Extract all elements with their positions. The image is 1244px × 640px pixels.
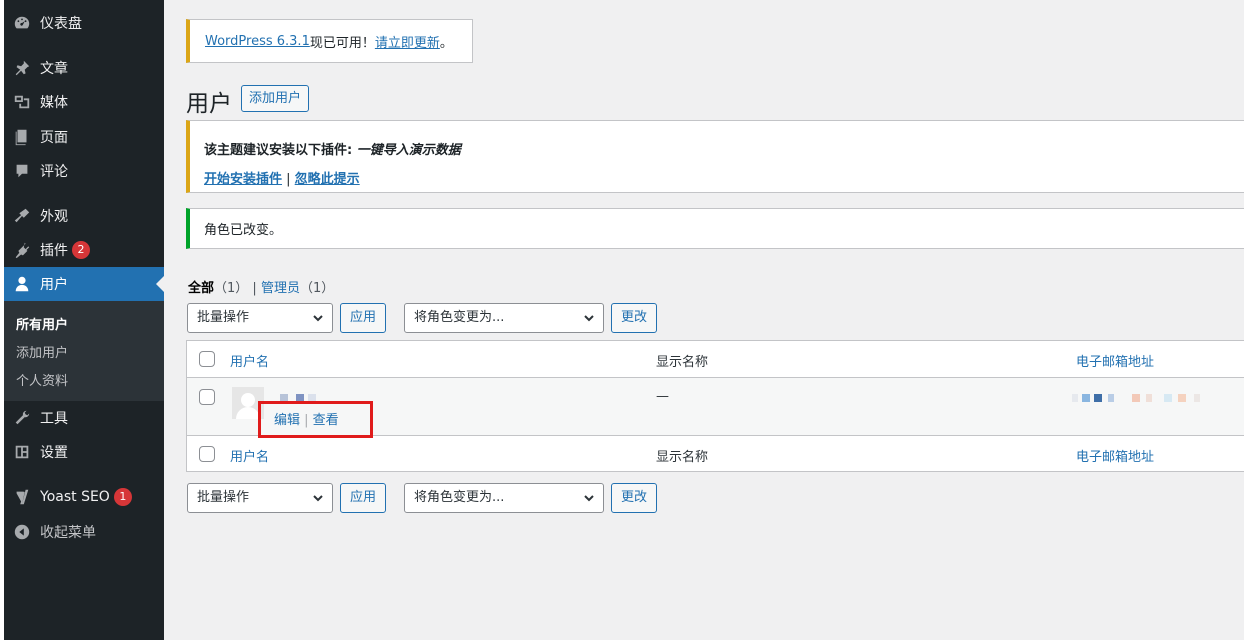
menu-item-plugins[interactable]: 插件 2 [4, 233, 164, 267]
menu-item-users[interactable]: 用户 [4, 267, 164, 301]
action-separator: | [282, 172, 295, 187]
plugin-icon [4, 241, 40, 259]
menu-item-label: 文章 [40, 61, 68, 77]
menu-item-label: 媒体 [40, 95, 68, 111]
menu-item-label: 仪表盘 [40, 16, 82, 32]
chevron-down-icon [583, 304, 595, 335]
user-role-filters: 全部（1） | 管理员（1） [188, 277, 334, 296]
column-username[interactable]: 用户名 [230, 351, 269, 370]
filter-separator: | [248, 281, 261, 296]
yoast-icon [4, 488, 40, 506]
submenu-profile[interactable]: 个人资料 [16, 370, 68, 389]
dismiss-notice-link[interactable]: 忽略此提示 [295, 172, 360, 187]
filter-administrator[interactable]: 管理员 [261, 281, 300, 296]
menu-item-tools[interactable]: 工具 [4, 401, 164, 435]
page-icon [4, 128, 40, 146]
submenu-add-user[interactable]: 添加用户 [16, 342, 68, 361]
menu-item-label: Yoast SEO [40, 489, 110, 505]
user-icon [4, 275, 40, 293]
change-button-bottom[interactable]: 更改 [611, 483, 658, 513]
change-role-value: 将角色变更为... [414, 310, 505, 325]
collapse-menu-button[interactable]: 收起菜单 [4, 515, 164, 549]
column-email[interactable]: 电子邮箱地址 [1076, 351, 1154, 370]
users-submenu: 所有用户 添加用户 个人资料 [4, 301, 164, 401]
add-user-button[interactable]: 添加用户 [241, 85, 310, 112]
row-checkbox[interactable] [199, 389, 215, 405]
highlight-annotation-box [258, 401, 373, 438]
role-changed-message: 角色已改变。 [204, 223, 283, 238]
filter-all-count: （1） [214, 281, 249, 296]
menu-item-label: 外观 [40, 209, 68, 225]
settings-icon [4, 443, 40, 461]
plugin-update-badge: 2 [72, 241, 90, 259]
chevron-down-icon [312, 304, 324, 335]
plugin-notice-prefix: 该主题建议安装以下插件: [204, 143, 357, 158]
menu-item-settings[interactable]: 设置 [4, 435, 164, 469]
plugin-notice-message: 该主题建议安装以下插件: 一键导入演示数据 [204, 139, 1244, 158]
menu-item-label: 页面 [40, 130, 68, 146]
change-role-select-top[interactable]: 将角色变更为... [404, 303, 604, 333]
menu-item-yoast-seo[interactable]: Yoast SEO 1 [4, 480, 164, 514]
column-username-footer[interactable]: 用户名 [230, 446, 269, 465]
apply-button-bottom[interactable]: 应用 [340, 483, 387, 513]
pin-icon [4, 59, 40, 77]
menu-item-label: 评论 [40, 164, 68, 180]
filter-all[interactable]: 全部 [188, 281, 214, 296]
menu-item-label: 插件 [40, 243, 68, 259]
update-now-link[interactable]: 请立即更新 [375, 32, 440, 51]
comment-icon [4, 162, 40, 180]
install-plugin-link[interactable]: 开始安装插件 [204, 172, 282, 187]
menu-item-media[interactable]: 媒体 [4, 85, 164, 119]
chevron-down-icon [583, 484, 595, 515]
menu-item-label: 设置 [40, 445, 68, 461]
table-header-row: 用户名 显示名称 电子邮箱地址 [187, 341, 1244, 378]
plugin-recommendation-notice: 该主题建议安装以下插件: 一键导入演示数据 开始安装插件 | 忽略此提示 [186, 120, 1244, 193]
change-button-top[interactable]: 更改 [611, 303, 658, 333]
bulk-actions-value: 批量操作 [197, 490, 250, 505]
column-display-name-footer: 显示名称 [656, 450, 709, 465]
apply-button-top[interactable]: 应用 [340, 303, 387, 333]
bulk-actions-select-top[interactable]: 批量操作 [187, 303, 333, 333]
menu-item-label: 用户 [40, 277, 68, 293]
column-email-footer[interactable]: 电子邮箱地址 [1076, 446, 1154, 465]
media-icon [4, 93, 40, 111]
update-notice-text: 现已可用！ [309, 35, 375, 51]
select-all-checkbox-footer[interactable] [199, 446, 215, 462]
submenu-all-users[interactable]: 所有用户 [16, 314, 68, 333]
wordpress-version-link[interactable]: WordPress 6.3.1 [205, 34, 310, 49]
role-changed-notice: 角色已改变。 [186, 208, 1244, 249]
menu-item-posts[interactable]: 文章 [4, 51, 164, 85]
display-name-value: — [656, 389, 669, 404]
menu-item-appearance[interactable]: 外观 [4, 199, 164, 233]
menu-item-pages[interactable]: 页面 [4, 120, 164, 154]
menu-item-dashboard[interactable]: 仪表盘 [4, 6, 164, 40]
update-notice-end: 。 [439, 35, 453, 51]
recommended-plugin-name: 一键导入演示数据 [356, 143, 461, 158]
change-role-value: 将角色变更为... [414, 490, 505, 505]
appearance-icon [4, 207, 40, 225]
menu-item-label: 收起菜单 [40, 525, 96, 541]
admin-sidebar: 仪表盘 文章 媒体 页面 评论 外观 插件 2 用户 所有用户 添加用户 个人资… [0, 0, 164, 640]
page-title: 用户 [186, 91, 232, 117]
select-all-checkbox[interactable] [199, 351, 215, 367]
collapse-icon [4, 523, 40, 541]
yoast-notification-badge: 1 [113, 488, 132, 506]
bulk-actions-value: 批量操作 [197, 310, 250, 325]
dashboard-icon [4, 14, 40, 32]
bulk-actions-select-bottom[interactable]: 批量操作 [187, 483, 333, 513]
table-footer-row: 用户名 显示名称 电子邮箱地址 [187, 435, 1244, 472]
chevron-down-icon [312, 484, 324, 515]
filter-admin-count: （1） [299, 281, 335, 296]
menu-item-label: 工具 [40, 411, 68, 427]
update-notice: WordPress 6.3.1 现已可用！ 请立即更新 。 [186, 19, 473, 63]
email-redacted[interactable] [1072, 394, 1212, 402]
wrench-icon [4, 409, 40, 427]
plugin-notice-actions: 开始安装插件 | 忽略此提示 [204, 168, 1244, 187]
menu-item-comments[interactable]: 评论 [4, 154, 164, 188]
column-display-name: 显示名称 [656, 355, 709, 370]
change-role-select-bottom[interactable]: 将角色变更为... [404, 483, 604, 513]
